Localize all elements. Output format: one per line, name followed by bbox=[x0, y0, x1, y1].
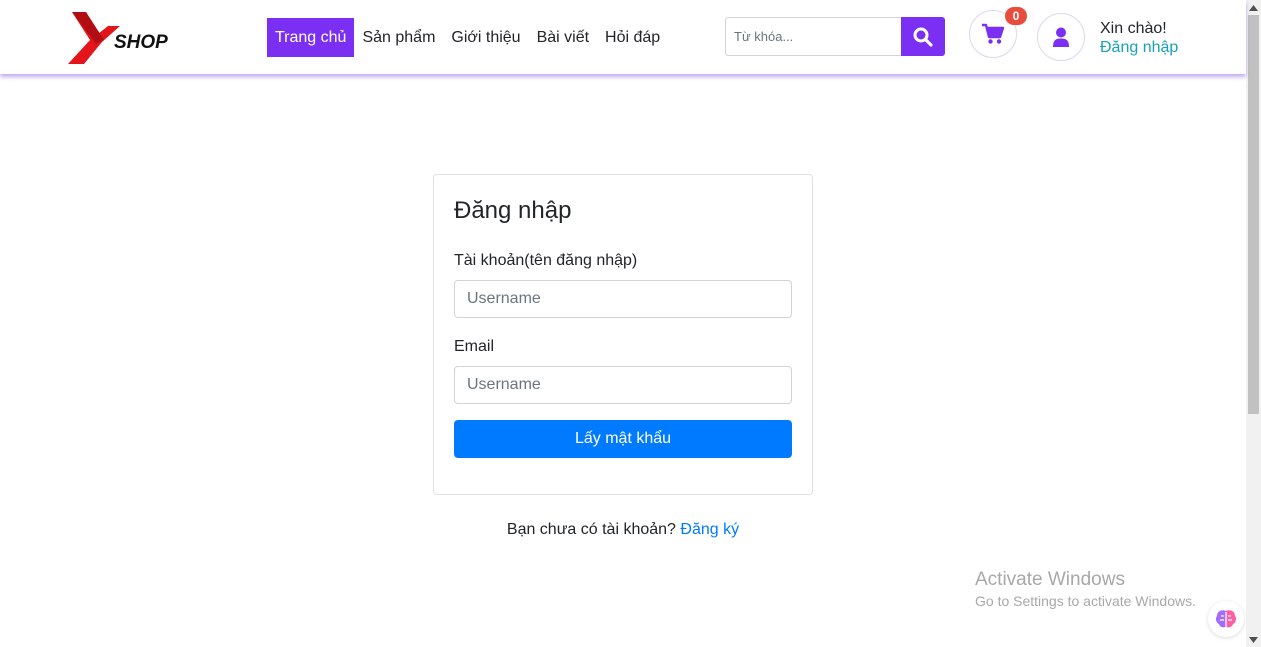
scroll-up-arrow[interactable] bbox=[1246, 0, 1261, 15]
search-icon bbox=[913, 27, 933, 47]
account-label: Tài khoản(tên đăng nhập) bbox=[454, 252, 638, 269]
activate-windows-title: Activate Windows bbox=[975, 569, 1125, 590]
cart-count-badge: 0 bbox=[1005, 7, 1027, 25]
shop-logo[interactable]: SHOP bbox=[68, 10, 192, 66]
username-input[interactable] bbox=[454, 280, 792, 318]
user-icon bbox=[1053, 27, 1069, 47]
greeting-text: Xin chào! bbox=[1100, 20, 1167, 37]
nav-item-products[interactable]: Sản phẩm bbox=[354, 18, 443, 57]
scroll-down-arrow[interactable] bbox=[1246, 632, 1261, 647]
register-prompt-text: Bạn chưa có tài khoản? bbox=[506, 521, 676, 538]
nav-item-faq[interactable]: Hỏi đáp bbox=[597, 18, 668, 57]
form-title: Đăng nhập bbox=[454, 197, 572, 224]
get-password-button[interactable]: Lấy mật khẩu bbox=[454, 420, 792, 458]
register-link[interactable]: Đăng ký bbox=[680, 521, 739, 538]
arrow-down-icon bbox=[1249, 636, 1258, 643]
login-card: Đăng nhập Tài khoản(tên đăng nhập) Email… bbox=[433, 174, 813, 495]
nav-item-about[interactable]: Giới thiệu bbox=[443, 18, 528, 57]
assistant-icon[interactable] bbox=[1208, 601, 1244, 637]
logo-text: SHOP bbox=[114, 32, 168, 53]
site-header: SHOP Trang chủ Sản phẩm Giới thiệu Bài v… bbox=[0, 0, 1246, 74]
cart-icon bbox=[982, 23, 1005, 44]
search-input[interactable] bbox=[725, 17, 901, 56]
user-account-button[interactable] bbox=[1037, 13, 1085, 61]
scroll-thumb[interactable] bbox=[1248, 15, 1259, 414]
arrow-up-icon bbox=[1249, 4, 1258, 11]
nav-item-home[interactable]: Trang chủ bbox=[267, 18, 355, 57]
email-input[interactable] bbox=[454, 366, 792, 404]
email-label: Email bbox=[454, 338, 495, 355]
vertical-scrollbar[interactable] bbox=[1246, 0, 1261, 647]
brain-icon bbox=[1215, 610, 1237, 628]
search-button[interactable] bbox=[901, 17, 945, 56]
activate-windows-subtitle: Go to Settings to activate Windows. bbox=[975, 593, 1196, 609]
nav-item-articles[interactable]: Bài viết bbox=[529, 18, 597, 57]
main-nav: Trang chủ Sản phẩm Giới thiệu Bài viết H… bbox=[267, 18, 668, 57]
search-bar bbox=[725, 17, 945, 56]
header-login-link[interactable]: Đăng nhập bbox=[1100, 38, 1178, 57]
register-prompt: Bạn chưa có tài khoản? Đăng ký bbox=[0, 521, 1246, 539]
